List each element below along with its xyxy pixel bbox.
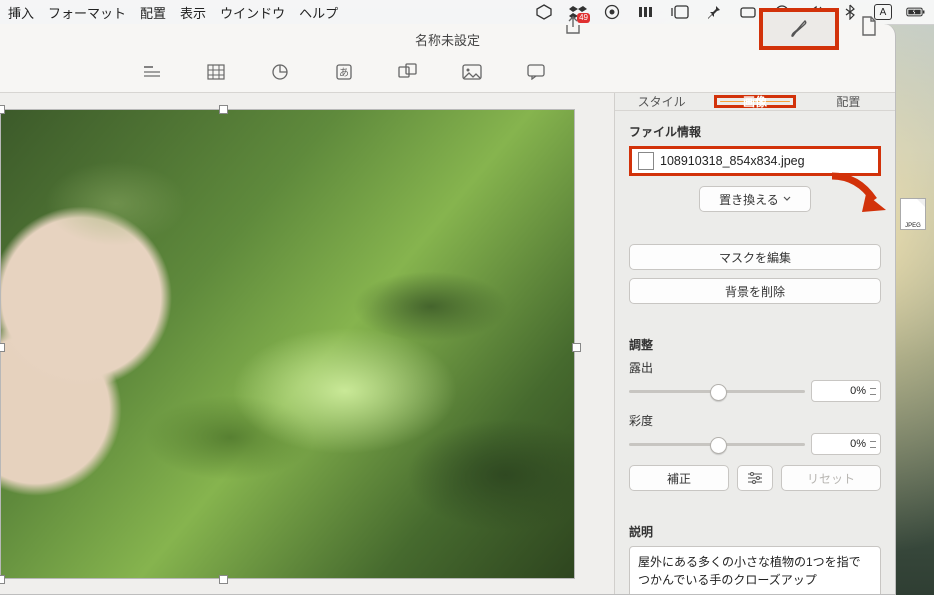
adjustments-heading: 調整: [629, 336, 881, 353]
saturation-slider[interactable]: [629, 443, 805, 446]
tab-arrange[interactable]: 配置: [802, 93, 895, 110]
tool-text-icon[interactable]: あ: [332, 60, 356, 84]
tool-paragraph-icon[interactable]: [140, 60, 164, 84]
auto-correct-button[interactable]: 補正: [629, 465, 729, 491]
annotation-arrow: [828, 170, 888, 214]
menubar-screenshot-icon[interactable]: [738, 3, 758, 21]
resize-handle[interactable]: [219, 575, 228, 584]
inspector-tabs: スタイル 画像 配置: [615, 93, 895, 111]
replace-image-button[interactable]: 置き換える: [699, 186, 811, 212]
resize-handle[interactable]: [572, 343, 581, 352]
menu-arrange[interactable]: 配置: [140, 3, 166, 22]
exposure-value[interactable]: 0%: [811, 380, 881, 402]
resize-handle[interactable]: [0, 575, 5, 584]
tool-chart-icon[interactable]: [268, 60, 292, 84]
saturation-value[interactable]: 0%: [811, 433, 881, 455]
pages-window: 名称未設定 あ スタイル: [0, 24, 896, 595]
svg-text:あ: あ: [339, 67, 349, 79]
tab-style[interactable]: スタイル: [615, 93, 708, 110]
resize-handle[interactable]: [219, 105, 228, 114]
menubar-stop-icon[interactable]: [602, 3, 622, 21]
exposure-label: 露出: [629, 359, 881, 376]
tool-media-icon[interactable]: [460, 60, 484, 84]
resize-handle[interactable]: [0, 343, 5, 352]
edit-mask-button[interactable]: マスクを編集: [629, 244, 881, 270]
menubar-pin-icon[interactable]: [704, 3, 724, 21]
share-button[interactable]: [561, 14, 585, 38]
menu-insert[interactable]: 挿入: [8, 3, 34, 22]
menu-help[interactable]: ヘルプ: [299, 3, 338, 22]
description-heading: 説明: [629, 523, 881, 540]
format-inspector-button[interactable]: [759, 8, 839, 50]
tab-image[interactable]: 画像: [708, 93, 801, 110]
resize-handle[interactable]: [0, 105, 5, 114]
menu-view[interactable]: 表示: [180, 3, 206, 22]
menu-format[interactable]: フォーマット: [48, 3, 126, 22]
inspector-sidebar: スタイル 画像 配置 ファイル情報 108910318_854x834.jpeg…: [614, 93, 895, 594]
desktop-dragged-file-icon[interactable]: JPEG: [900, 198, 926, 230]
document-inspector-button[interactable]: [857, 14, 881, 38]
tool-shape-icon[interactable]: [396, 60, 420, 84]
main-toolbar: あ: [0, 52, 895, 93]
tool-table-icon[interactable]: [204, 60, 228, 84]
menubar-stage-manager-icon[interactable]: [670, 3, 690, 21]
file-info-heading: ファイル情報: [629, 123, 881, 140]
description-textarea[interactable]: 屋外にある多くの小さな植物の1つを指でつかんでいる手のクローズアップ: [629, 546, 881, 594]
document-canvas[interactable]: [0, 93, 614, 594]
reset-adjustments-button[interactable]: リセット: [781, 465, 881, 491]
exposure-slider[interactable]: [629, 390, 805, 393]
file-type-icon: [638, 152, 654, 170]
remove-background-button[interactable]: 背景を削除: [629, 278, 881, 304]
menu-window[interactable]: ウインドウ: [220, 3, 285, 22]
selected-image[interactable]: [0, 109, 575, 579]
adjustments-popover-button[interactable]: [737, 465, 773, 491]
menubar-unity-icon[interactable]: [534, 3, 554, 21]
saturation-label: 彩度: [629, 412, 881, 429]
menubar-bars-icon[interactable]: [636, 3, 656, 21]
menubar-battery-icon[interactable]: [906, 3, 926, 21]
tool-comment-icon[interactable]: [524, 60, 548, 84]
